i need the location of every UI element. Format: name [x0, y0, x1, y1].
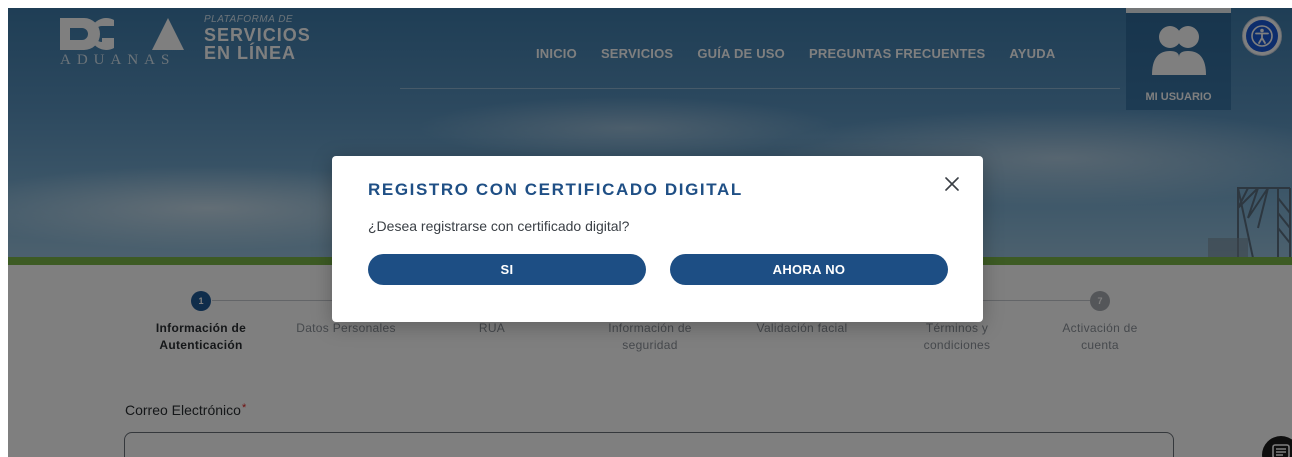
frame-top — [0, 0, 1292, 8]
yes-button[interactable]: SI — [368, 254, 646, 285]
close-button[interactable] — [940, 172, 964, 196]
dialog-title: REGISTRO CON CERTIFICADO DIGITAL — [368, 180, 743, 199]
close-icon — [945, 177, 959, 191]
dialog-message: ¿Desea registrarse con certificado digit… — [368, 218, 630, 234]
digital-certificate-dialog: REGISTRO CON CERTIFICADO DIGITAL ¿Desea … — [332, 156, 983, 322]
not-now-button[interactable]: AHORA NO — [670, 254, 948, 285]
frame-left — [0, 0, 8, 457]
